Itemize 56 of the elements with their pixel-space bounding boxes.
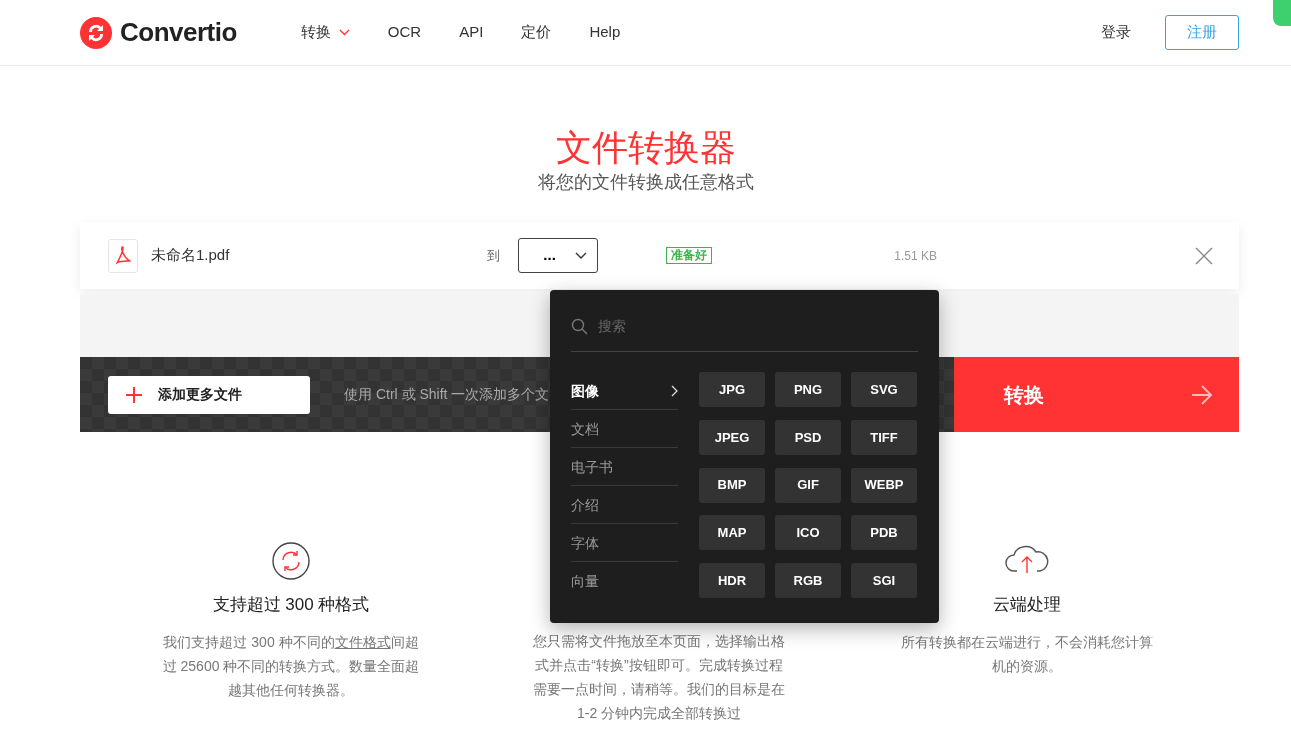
- close-icon[interactable]: [1195, 246, 1213, 265]
- category-item[interactable]: 介绍: [571, 486, 678, 524]
- search-field[interactable]: 搜索: [596, 315, 896, 338]
- format-option[interactable]: JPG: [699, 372, 765, 407]
- format-option[interactable]: HDR: [699, 563, 765, 599]
- feature-text: 所有转换都在云端进行，不会消耗您计算机的资源。: [900, 632, 1154, 676]
- file-name: 未命名1.pdf: [151, 245, 230, 266]
- nav-link[interactable]: 定价: [521, 21, 552, 44]
- add-files-button[interactable]: 添加更多文件: [108, 375, 310, 414]
- to-label: 到: [487, 246, 501, 265]
- category-item[interactable]: 文档: [571, 410, 678, 448]
- page-title: 文件转换器: [554, 126, 737, 170]
- format-option[interactable]: WEBP: [851, 467, 917, 503]
- convert-button[interactable]: 转换: [954, 357, 1239, 433]
- status-badge: 准备好: [666, 247, 713, 265]
- category-item[interactable]: 电子书: [571, 448, 678, 486]
- category-item[interactable]: 图像: [571, 372, 678, 410]
- format-link[interactable]: 文件格式: [334, 633, 391, 650]
- logo-icon: [80, 16, 112, 49]
- feature-title: 云端处理: [992, 594, 1062, 617]
- page-subtitle: 将您的文件转换成任意格式: [536, 171, 755, 195]
- format-option[interactable]: ICO: [775, 515, 841, 551]
- format-option[interactable]: PNG: [775, 372, 841, 407]
- format-option[interactable]: SGI: [851, 563, 917, 599]
- nav-link[interactable]: Help: [589, 21, 621, 44]
- format-option[interactable]: SVG: [851, 372, 917, 407]
- format-option[interactable]: JPEG: [699, 419, 765, 455]
- nav-link[interactable]: OCR: [387, 21, 422, 44]
- format-option[interactable]: PDB: [851, 515, 917, 551]
- side-tab[interactable]: [1273, 0, 1291, 26]
- pdf-icon: [108, 238, 138, 273]
- nav-link[interactable]: API: [459, 21, 484, 44]
- caret-icon: [338, 29, 350, 36]
- category-item[interactable]: 字体: [571, 524, 678, 562]
- file-size: 1.51 KB: [894, 247, 938, 265]
- category-item[interactable]: 向量: [571, 562, 678, 600]
- format-option[interactable]: GIF: [775, 467, 841, 503]
- logo-text[interactable]: Convertio: [120, 13, 237, 52]
- plus-icon: [126, 386, 142, 403]
- nav-link[interactable]: 转换: [300, 21, 350, 44]
- search-icon: [571, 318, 588, 335]
- format-option[interactable]: MAP: [699, 515, 765, 551]
- format-option[interactable]: RGB: [775, 563, 841, 599]
- hint-text: 使用 Ctrl 或 Shift 一次添加多个文: [344, 385, 550, 405]
- sync-icon: [272, 542, 310, 581]
- login-link[interactable]: 登录: [1101, 21, 1131, 44]
- format-option[interactable]: PSD: [775, 419, 841, 455]
- format-option[interactable]: TIFF: [851, 419, 917, 455]
- feature-text: 我们支持超过 300 种不同的文件格式间超过 25600 种不同的转换方式。数量全面超越其他任何转换器。: [161, 632, 421, 700]
- chevron-down-icon: [575, 252, 588, 260]
- chevron-right-icon: [671, 384, 678, 397]
- format-select[interactable]: ...: [518, 238, 599, 274]
- format-option[interactable]: BMP: [699, 467, 765, 503]
- feature-title: 支持超过 300 种格式: [211, 594, 371, 617]
- arrow-right-icon: [1191, 384, 1213, 405]
- feature-text: 您只需将文件拖放至本页面，选择输出格式并点击“转换”按钮即可。完成转换过程需要一点时间，请稍等。我们的目标是在 1-2 分钟内完成全部转换过: [532, 632, 786, 724]
